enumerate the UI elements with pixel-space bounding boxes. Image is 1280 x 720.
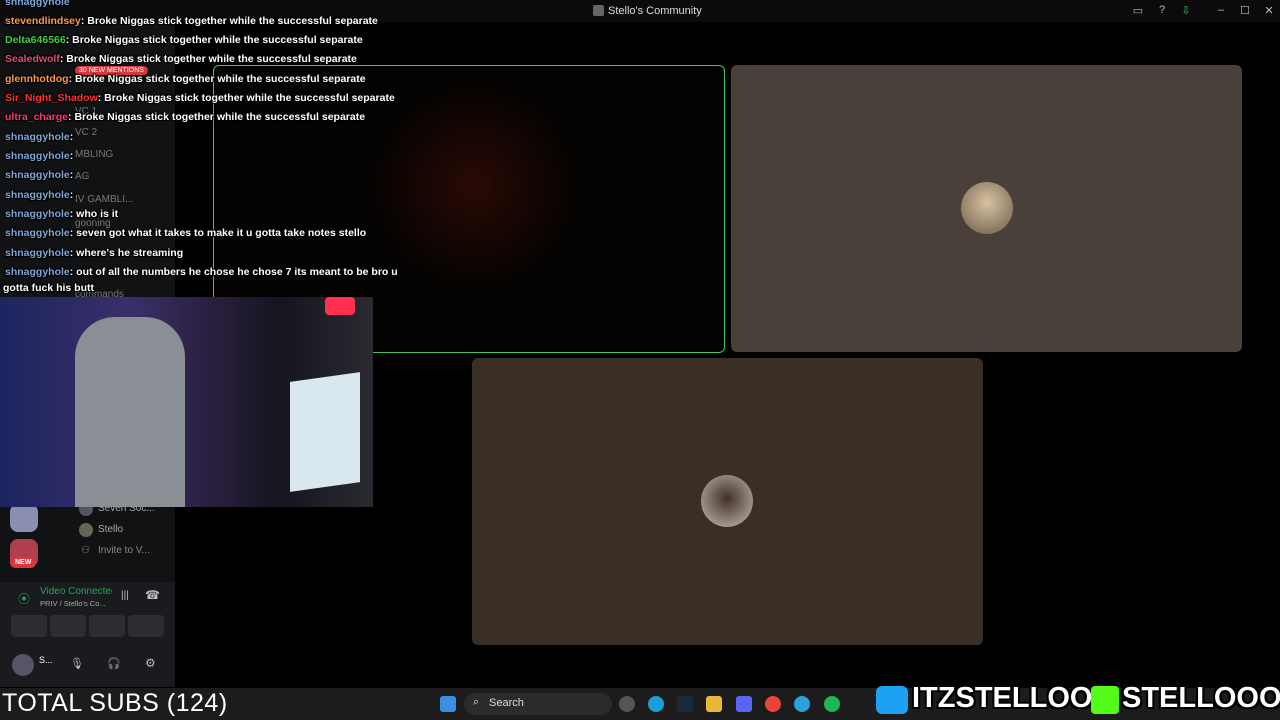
invite-icon: ⚇ [81, 545, 90, 556]
total-subs: TOTAL SUBS (124) [2, 689, 228, 717]
chrome-icon[interactable] [765, 696, 781, 712]
spotify-icon[interactable] [824, 696, 840, 712]
channel-item[interactable]: IV GAMBLI... [75, 194, 133, 205]
chat-message: Delta646566: Broke Niggas stick together… [5, 34, 363, 46]
help-icon[interactable]: ? [1154, 4, 1170, 16]
signal-icon[interactable]: ⦿ [18, 590, 30, 607]
discord-icon[interactable] [736, 696, 752, 712]
window-title: Stello's Community [608, 5, 702, 17]
app-icon [593, 5, 604, 16]
webcam-overlay [0, 297, 373, 507]
user-name: S... [39, 655, 53, 665]
headphones-icon[interactable]: 🎧 [107, 657, 121, 670]
steam-icon[interactable] [677, 696, 693, 712]
chat-message: glennhotdog: Broke Niggas stick together… [5, 73, 366, 85]
chat-message: Sir_Night_Shadow: Broke Niggas stick tog… [5, 92, 395, 104]
kick-icon [1091, 686, 1119, 714]
voice-channel[interactable]: PRIV / Stello's Co... [40, 599, 106, 608]
inbox-icon[interactable]: ▭ [1130, 4, 1146, 17]
voice-member[interactable]: Stello [98, 524, 123, 535]
neon-sign [325, 297, 355, 315]
chat-message: shnaggyhole [5, 0, 70, 8]
avatar [79, 523, 93, 537]
folder-icon[interactable] [706, 696, 722, 712]
channel-item[interactable]: VC 2 [75, 127, 97, 138]
search-icon: ⌕ [473, 696, 480, 708]
twitter-handle: ITZSTELLOO [912, 682, 1093, 714]
gear-icon[interactable]: ⚙ [145, 656, 156, 670]
invite-to-voice[interactable]: Invite to V... [98, 545, 150, 556]
edge-icon[interactable] [648, 696, 664, 712]
chat-message-wrap: gotta fuck his butt [3, 282, 94, 294]
copilot-icon[interactable] [619, 696, 635, 712]
soundboard-button[interactable] [128, 615, 164, 637]
chat-message: shnaggyhole: out of all the numbers he c… [5, 266, 398, 278]
chat-message: shnaggyhole: [5, 131, 74, 143]
video-tile[interactable] [731, 65, 1242, 352]
download-icon[interactable]: ⇩ [1178, 4, 1194, 17]
microphone-icon[interactable]: 🎙 [70, 657, 84, 670]
person-figure [75, 317, 185, 507]
chat-message: shnaggyhole: seven got what it takes to … [5, 227, 367, 239]
video-tile[interactable] [472, 358, 983, 645]
avatar [961, 182, 1013, 234]
avatar [701, 475, 753, 527]
chat-message: ultra_charge: Broke Niggas stick togethe… [5, 111, 366, 123]
chat-message: shnaggyhole: [5, 150, 74, 162]
chat-message: shnaggyhole: [5, 189, 74, 201]
voice-status: Video Connected [40, 586, 112, 597]
twitter-icon [876, 686, 908, 714]
chat-message: shnaggyhole: where's he streaming [5, 247, 184, 259]
monitor-screen [290, 372, 360, 492]
server-icon[interactable] [10, 504, 38, 532]
chat-message: shnaggyhole: [5, 169, 74, 181]
video-feed [374, 86, 574, 286]
start-icon[interactable] [440, 696, 456, 712]
kick-handle: STELLOOO [1122, 682, 1280, 714]
minimize-icon[interactable]: – [1213, 4, 1229, 16]
share-screen-button[interactable] [50, 615, 86, 637]
voice-panel: ⦿ Video Connected PRIV / Stello's Co... … [0, 582, 175, 687]
camera-off-button[interactable] [11, 615, 47, 637]
maximize-icon[interactable]: ☐ [1237, 4, 1253, 17]
new-badge: NEW [10, 557, 37, 568]
avatar[interactable] [12, 654, 34, 676]
chat-message: stevendlindsey: Broke Niggas stick toget… [5, 15, 378, 27]
activities-button[interactable] [89, 615, 125, 637]
noise-icon[interactable]: ||| [121, 590, 129, 601]
channel-item[interactable]: MBLING [75, 149, 113, 160]
telegram-icon[interactable] [794, 696, 810, 712]
disconnect-icon[interactable]: ☎ [145, 588, 160, 602]
search-input[interactable]: ⌕ Search [464, 693, 612, 715]
channel-item[interactable]: AG [75, 171, 89, 182]
chat-message: shnaggyhole: who is it [5, 208, 119, 220]
close-icon[interactable]: ✕ [1261, 4, 1277, 17]
chat-message: Sealedwolf: Broke Niggas stick together … [5, 53, 357, 65]
search-placeholder: Search [489, 697, 524, 709]
